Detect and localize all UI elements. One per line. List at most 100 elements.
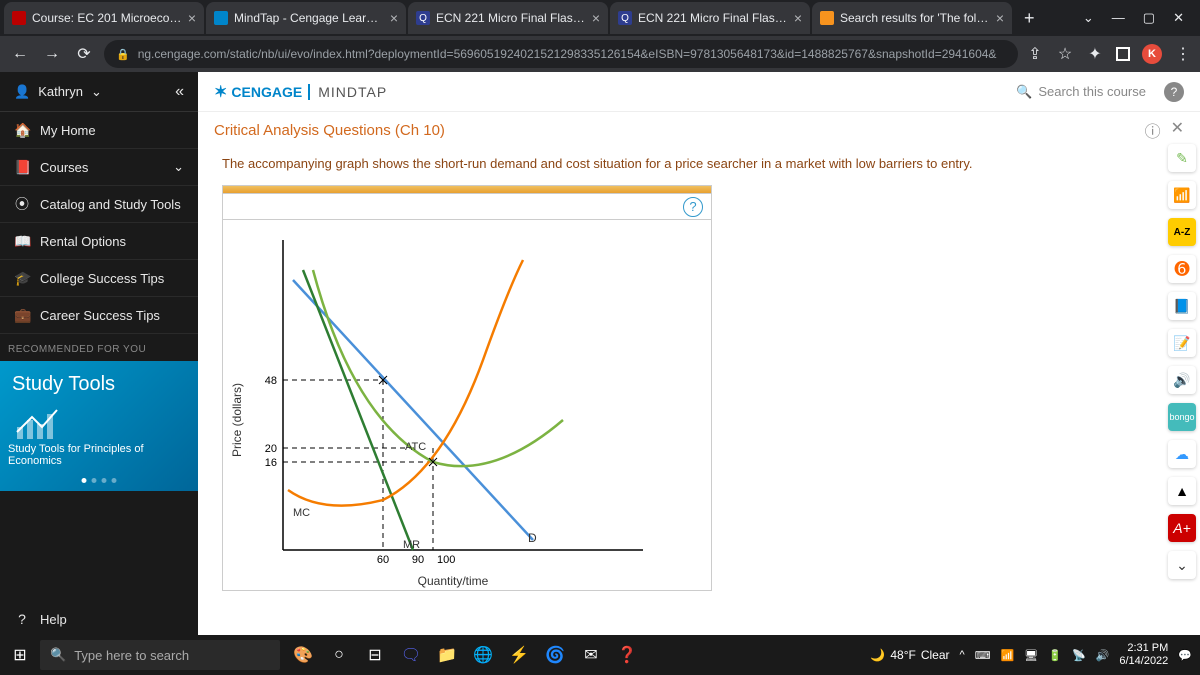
back-button[interactable]: ←: [8, 45, 32, 63]
help-button[interactable]: ?: [1164, 82, 1184, 102]
browser-tab[interactable]: QECN 221 Micro Final Flashcar×: [610, 2, 810, 34]
tray-icon[interactable]: 🖥: [1024, 649, 1038, 662]
sidebar-item-label: Help: [40, 612, 67, 627]
browser-tab[interactable]: MindTap - Cengage Learning×: [206, 2, 406, 34]
close-window-button[interactable]: ✕: [1173, 10, 1184, 26]
rss-icon[interactable]: 📶: [1168, 181, 1196, 209]
stop-icon[interactable]: [1116, 47, 1130, 61]
favicon: [214, 11, 228, 25]
url-field[interactable]: 🔒 ng.cengage.com/static/nb/ui/evo/index.…: [104, 40, 1018, 68]
sidebar-item-rental[interactable]: 📖Rental Options: [0, 223, 198, 260]
sidebar: 👤Kathryn ⌄ « 🏠My Home 📕Courses⌄ ⦿Catalog…: [0, 72, 198, 675]
close-icon[interactable]: ✕: [1171, 118, 1184, 142]
browser-tab[interactable]: Search results for 'The follow×: [812, 2, 1012, 34]
user-row[interactable]: 👤Kathryn ⌄ «: [0, 72, 198, 112]
clock[interactable]: 2:31 PM6/14/2022: [1119, 642, 1168, 668]
explorer-icon[interactable]: 📁: [432, 640, 462, 670]
moon-icon: 🌙: [870, 648, 885, 662]
close-icon[interactable]: ×: [592, 10, 600, 26]
economics-plot[interactable]: Price (dollars) Quantity/time 48 20 16 6…: [223, 220, 711, 590]
browser-tab[interactable]: QECN 221 Micro Final Flashcar×: [408, 2, 608, 34]
svg-text:Price (dollars): Price (dollars): [230, 383, 244, 457]
weather-temp: 48°F: [890, 648, 915, 662]
collapse-sidebar-button[interactable]: «: [175, 83, 184, 101]
volume-icon[interactable]: 🔊: [1096, 649, 1110, 662]
menu-icon[interactable]: ⋮: [1174, 45, 1192, 63]
app-icon[interactable]: 🎨: [288, 640, 318, 670]
close-icon[interactable]: ×: [188, 10, 196, 26]
graduation-icon: 🎓: [14, 270, 30, 287]
flashcard-icon[interactable]: ➏: [1168, 255, 1196, 283]
share-icon[interactable]: ⇪: [1026, 45, 1044, 63]
profile-badge[interactable]: K: [1142, 44, 1162, 64]
help-icon: ?: [14, 611, 30, 627]
aplus-icon[interactable]: A+: [1168, 514, 1196, 542]
cloud-icon[interactable]: ☁: [1168, 440, 1196, 468]
close-icon[interactable]: ×: [390, 10, 398, 26]
search-icon: 🔍: [1016, 84, 1032, 100]
chart-icon: [12, 402, 72, 442]
system-tray: 🌙48°F Clear ^ ⌨ 📶 🖥 🔋 📡 🔊 2:31 PM6/14/20…: [870, 642, 1200, 668]
close-icon[interactable]: ×: [794, 10, 802, 26]
notes-icon[interactable]: 📝: [1168, 329, 1196, 357]
taskview-icon[interactable]: ⊟: [360, 640, 390, 670]
sidebar-item-catalog[interactable]: ⦿Catalog and Study Tools: [0, 186, 198, 223]
star-icon[interactable]: ☆: [1056, 45, 1074, 63]
reload-button[interactable]: ⟳: [72, 44, 96, 64]
sidebar-item-help[interactable]: ? Help: [0, 601, 198, 638]
forward-button[interactable]: →: [40, 45, 64, 63]
clock-date: 6/14/2022: [1119, 655, 1168, 668]
drive-icon[interactable]: ▲: [1168, 477, 1196, 505]
svg-text:ATC: ATC: [405, 441, 426, 453]
browser-tab[interactable]: Course: EC 201 Microeconom×: [4, 2, 204, 34]
tray-icon[interactable]: 📶: [1001, 649, 1015, 662]
svg-text:MR: MR: [403, 539, 420, 551]
assignment-title: Critical Analysis Questions (Ch 10): [214, 122, 445, 139]
star-icon: ✶: [214, 82, 227, 102]
carousel-dots[interactable]: [82, 478, 117, 483]
clock-time: 2:31 PM: [1119, 642, 1168, 655]
audio-icon[interactable]: 🔊: [1168, 366, 1196, 394]
sidebar-item-home[interactable]: 🏠My Home: [0, 112, 198, 149]
maximize-button[interactable]: ▢: [1143, 10, 1155, 26]
book-icon[interactable]: 📘: [1168, 292, 1196, 320]
chevron-down-icon[interactable]: ⌄: [1168, 551, 1196, 579]
mail-icon[interactable]: ✉: [576, 640, 606, 670]
sidebar-item-college-tips[interactable]: 🎓College Success Tips: [0, 260, 198, 297]
edge-icon[interactable]: 🌀: [540, 640, 570, 670]
close-icon[interactable]: ×: [996, 10, 1004, 26]
sidebar-item-courses[interactable]: 📕Courses⌄: [0, 149, 198, 186]
tab-label: ECN 221 Micro Final Flashcar: [436, 11, 586, 25]
minimize-button[interactable]: —: [1112, 10, 1125, 26]
battery-icon[interactable]: 🔋: [1048, 649, 1062, 662]
promo-title: Study Tools: [12, 373, 186, 396]
search-course[interactable]: 🔍Search this course: [1016, 84, 1146, 100]
taskbar-search[interactable]: 🔍Type here to search: [40, 640, 280, 670]
graph-toolbar: ?: [223, 194, 711, 220]
wifi-icon[interactable]: 📡: [1072, 649, 1086, 662]
notifications-icon[interactable]: 💬: [1178, 649, 1192, 662]
chevron-up-icon[interactable]: ^: [960, 649, 965, 661]
svg-text:20: 20: [265, 443, 277, 455]
glossary-icon[interactable]: A-Z: [1168, 218, 1196, 246]
weather-widget[interactable]: 🌙48°F Clear: [870, 648, 949, 662]
graph-topbar: [223, 186, 711, 194]
info-icon[interactable]: ⓘ: [1145, 118, 1161, 142]
promo-card[interactable]: Study Tools Study Tools for Principles o…: [0, 361, 198, 491]
sidebar-item-label: Rental Options: [40, 234, 126, 249]
app-icon[interactable]: 🗨: [396, 640, 426, 670]
chevron-down-icon[interactable]: ⌄: [1083, 10, 1094, 26]
tray-icon[interactable]: ⌨: [975, 649, 991, 662]
assignment-title-bar: Critical Analysis Questions (Ch 10) ⓘ ✕: [198, 112, 1200, 148]
puzzle-icon[interactable]: ✦: [1086, 45, 1104, 63]
bongo-icon[interactable]: bongo: [1168, 403, 1196, 431]
app-icon[interactable]: ❓: [612, 640, 642, 670]
new-tab-button[interactable]: +: [1014, 8, 1045, 29]
sidebar-item-career-tips[interactable]: 💼Career Success Tips: [0, 297, 198, 334]
cortana-icon[interactable]: ○: [324, 640, 354, 670]
pen-icon[interactable]: ✎: [1168, 144, 1196, 172]
app-icon[interactable]: ⚡: [504, 640, 534, 670]
start-button[interactable]: ⊞: [0, 645, 40, 665]
graph-help-button[interactable]: ?: [683, 197, 703, 217]
chrome-icon[interactable]: 🌐: [468, 640, 498, 670]
